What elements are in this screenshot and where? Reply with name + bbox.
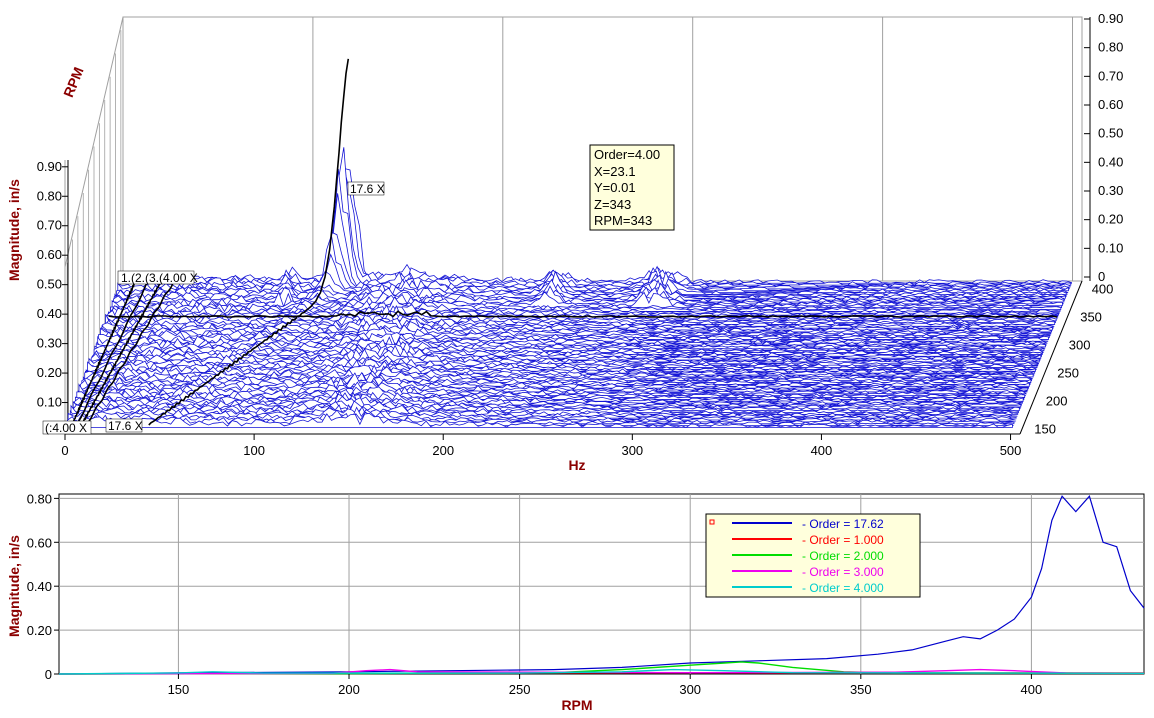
right-y-tick-label: 0.30 bbox=[1098, 183, 1123, 198]
svg-text:17.6 X: 17.6 X bbox=[350, 182, 385, 196]
order-label-bottom: 17.6 X bbox=[106, 419, 143, 433]
right-y-tick-label: 0.20 bbox=[1098, 212, 1123, 227]
waterfall-traces bbox=[67, 147, 1072, 427]
rpm-tick-label: 400 bbox=[1092, 282, 1114, 297]
right-y-tick-label: 0.50 bbox=[1098, 126, 1123, 141]
left-y-tick-label: 0.10 bbox=[37, 395, 62, 410]
x-tick-label: 100 bbox=[243, 443, 265, 458]
legend-label: - Order = 1.000 bbox=[802, 533, 884, 547]
cursor-order: Order=4.00 bbox=[594, 147, 660, 162]
right-y-tick-label: 0.90 bbox=[1098, 11, 1123, 26]
cursor-z: Z=343 bbox=[594, 197, 631, 212]
order-label-bottom-left: (:4.00 X bbox=[43, 421, 91, 435]
left-y-tick-label: 0.50 bbox=[37, 277, 62, 292]
rpm-tick-label: 300 bbox=[1069, 338, 1091, 353]
rpm-tick-label: 200 bbox=[1046, 393, 1068, 408]
y-tick-label: 0.80 bbox=[27, 491, 52, 506]
x-tick-label: 300 bbox=[621, 443, 643, 458]
order-label-peak: 17.6 X bbox=[348, 182, 385, 196]
right-y-tick-label: 0.60 bbox=[1098, 97, 1123, 112]
waterfall-x-axis-title: Hz bbox=[568, 457, 585, 473]
waterfall-plot: 0 100 200 300 400 500 0.10 0.20 0.30 0.40 0.50 0.60… bbox=[0, 0, 1154, 486]
order-label-top: 1.(2.(3.(4.00 X bbox=[118, 271, 198, 285]
legend-label: - Order = 3.000 bbox=[802, 565, 884, 579]
cursor-rpm: RPM=343 bbox=[594, 213, 652, 228]
left-y-tick-label: 0.90 bbox=[37, 159, 62, 174]
legend-label: - Order = 17.62 bbox=[802, 517, 884, 531]
right-y-tick-label: 0.40 bbox=[1098, 154, 1123, 169]
left-y-tick-label: 0.80 bbox=[37, 188, 62, 203]
order-chart-grid bbox=[59, 494, 1144, 674]
right-y-tick-label: 0.70 bbox=[1098, 68, 1123, 83]
x-tick-label: 0 bbox=[61, 443, 68, 458]
svg-text:1.(2.(3.(4.00 X: 1.(2.(3.(4.00 X bbox=[121, 271, 198, 285]
order-chart-legend: - Order = 17.62 - Order = 1.000 - Order = … bbox=[706, 514, 920, 597]
legend-label: - Order = 4.000 bbox=[802, 581, 884, 595]
left-y-tick-label: 0.60 bbox=[37, 247, 62, 262]
order-track-chart: 150 200 250 300 350 40000.200.400.600.80 RPM … bbox=[0, 486, 1154, 718]
order-chart-y-axis-title: Magnitude, in/s bbox=[6, 535, 22, 637]
svg-text:17.6 X: 17.6 X bbox=[108, 419, 143, 433]
y-tick-label: 0.60 bbox=[27, 535, 52, 550]
left-y-tick-label: 0.20 bbox=[37, 365, 62, 380]
x-tick-label: 400 bbox=[1021, 682, 1043, 697]
x-tick-label: 400 bbox=[811, 443, 833, 458]
rpm-tick-label: 250 bbox=[1057, 365, 1079, 380]
svg-text:(:4.00 X: (:4.00 X bbox=[45, 421, 87, 435]
right-y-tick-label: 0.80 bbox=[1098, 40, 1123, 55]
x-tick-label: 250 bbox=[509, 682, 531, 697]
waterfall-z-axis-title: RPM bbox=[60, 65, 86, 100]
rpm-tick-label: 150 bbox=[1034, 421, 1056, 436]
plot-area bbox=[59, 494, 1144, 674]
legend-label: - Order = 2.000 bbox=[802, 549, 884, 563]
right-y-tick-label: 0.10 bbox=[1098, 240, 1123, 255]
x-tick-label: 300 bbox=[679, 682, 701, 697]
y-tick-label: 0.20 bbox=[27, 623, 52, 638]
rpm-tick-label: 350 bbox=[1080, 310, 1102, 325]
left-y-tick-label: 0.70 bbox=[37, 218, 62, 233]
cursor-y: Y=0.01 bbox=[594, 180, 636, 195]
y-tick-label: 0 bbox=[45, 667, 52, 682]
x-tick-label: 500 bbox=[1000, 443, 1022, 458]
cursor-x: X=23.1 bbox=[594, 164, 636, 179]
cursor-info-box: Order=4.00 X=23.1 Y=0.01 Z=343 RPM=343 bbox=[590, 145, 674, 230]
x-tick-label: 200 bbox=[432, 443, 454, 458]
waterfall-y-axis-title: Magnitude, in/s bbox=[6, 179, 22, 281]
x-tick-label: 150 bbox=[168, 682, 190, 697]
x-tick-label: 350 bbox=[850, 682, 872, 697]
y-tick-label: 0.40 bbox=[27, 579, 52, 594]
left-y-tick-label: 0.40 bbox=[37, 306, 62, 321]
order-chart-x-axis-title: RPM bbox=[561, 697, 592, 713]
left-y-tick-label: 0.30 bbox=[37, 336, 62, 351]
x-tick-label: 200 bbox=[338, 682, 360, 697]
